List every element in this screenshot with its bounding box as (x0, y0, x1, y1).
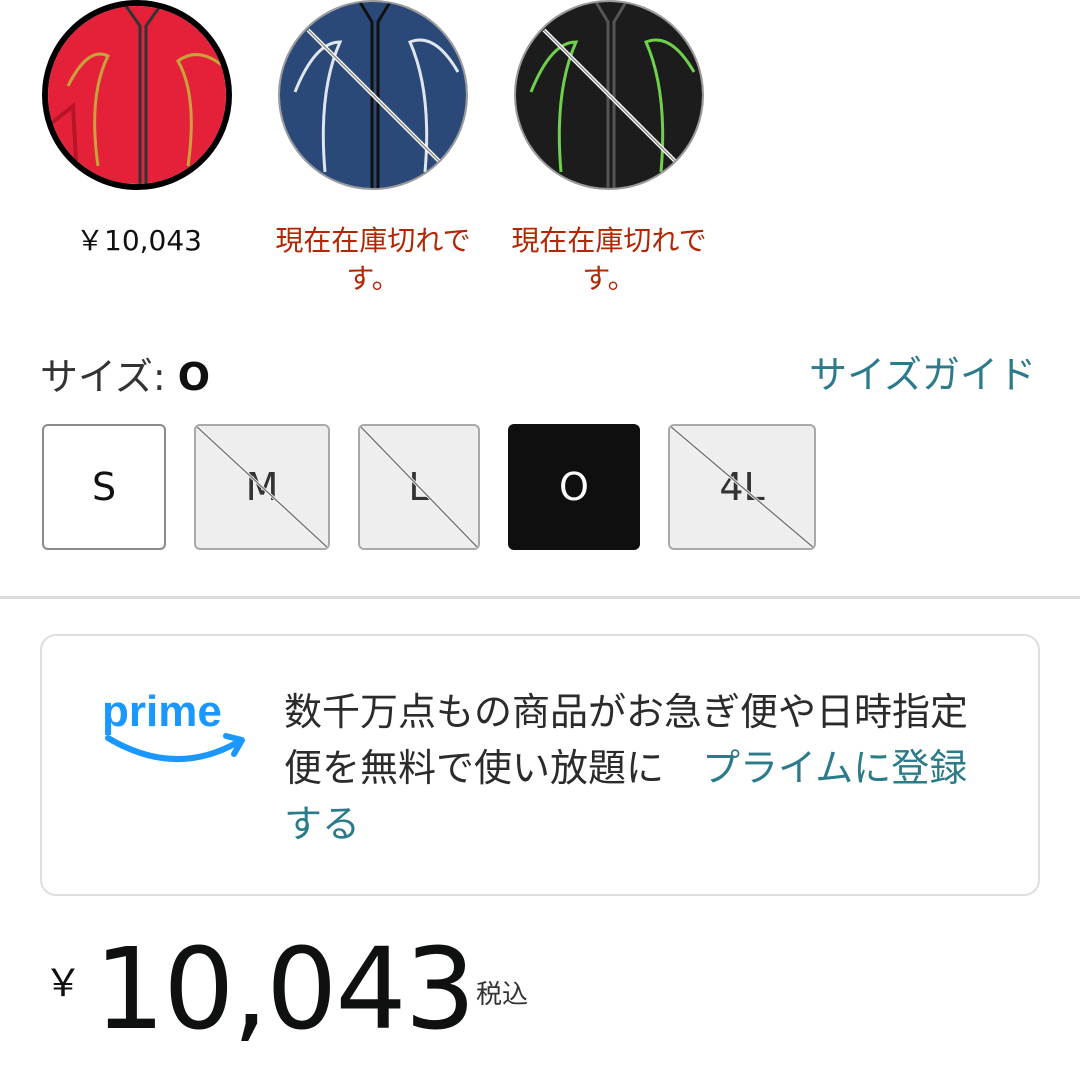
swatch-price: ￥10,043 (76, 224, 202, 257)
size-label-text: サイズ: (40, 355, 178, 399)
swatch-image-red-jacket (42, 0, 232, 190)
color-swatch-row: ￥10,043 現在在庫切れで す。 現在在庫切れで す。 (0, 0, 1080, 300)
prime-promo-card: prime 数千万点もの商品がお急ぎ便や日時指定便を無料で使い放題に プライムに… (40, 634, 1040, 896)
size-option-m[interactable]: M (194, 424, 330, 550)
swatch-image-navy-jacket (278, 0, 468, 190)
swatch-stock-status-cont: す。 (582, 262, 636, 295)
prime-logo-text: prime (102, 687, 222, 736)
prime-message: 数千万点もの商品がお急ぎ便や日時指定便を無料で使い放題に プライムに登録する (284, 684, 984, 852)
swatch-stock-status: 現在在庫切れで (511, 224, 707, 257)
price-tax-note: 税込 (476, 980, 529, 1010)
section-divider (0, 596, 1080, 599)
out-of-stock-slash-icon (670, 426, 814, 548)
size-option-4l[interactable]: 4L (668, 424, 816, 550)
price-amount: 10,043 (94, 925, 476, 1055)
size-option-o[interactable]: O (508, 424, 640, 550)
price-currency: ￥ (44, 961, 83, 1005)
size-label: サイズ: O (40, 346, 210, 401)
size-option-l[interactable]: L (358, 424, 480, 550)
prime-logo: prime (100, 686, 250, 780)
size-selected-value: O (177, 355, 211, 399)
swatch-stock-status-cont: す。 (346, 262, 400, 295)
size-option-label: S (91, 465, 117, 509)
out-of-stock-slash-icon (360, 426, 478, 548)
swatch-stock-status: 現在在庫切れで (275, 224, 471, 257)
swatch-image-black-jacket (514, 0, 704, 190)
size-guide-link[interactable]: サイズガイド (809, 344, 1036, 399)
out-of-stock-slash-icon (196, 426, 328, 548)
size-option-s[interactable]: S (42, 424, 166, 550)
size-option-label: O (559, 465, 589, 509)
